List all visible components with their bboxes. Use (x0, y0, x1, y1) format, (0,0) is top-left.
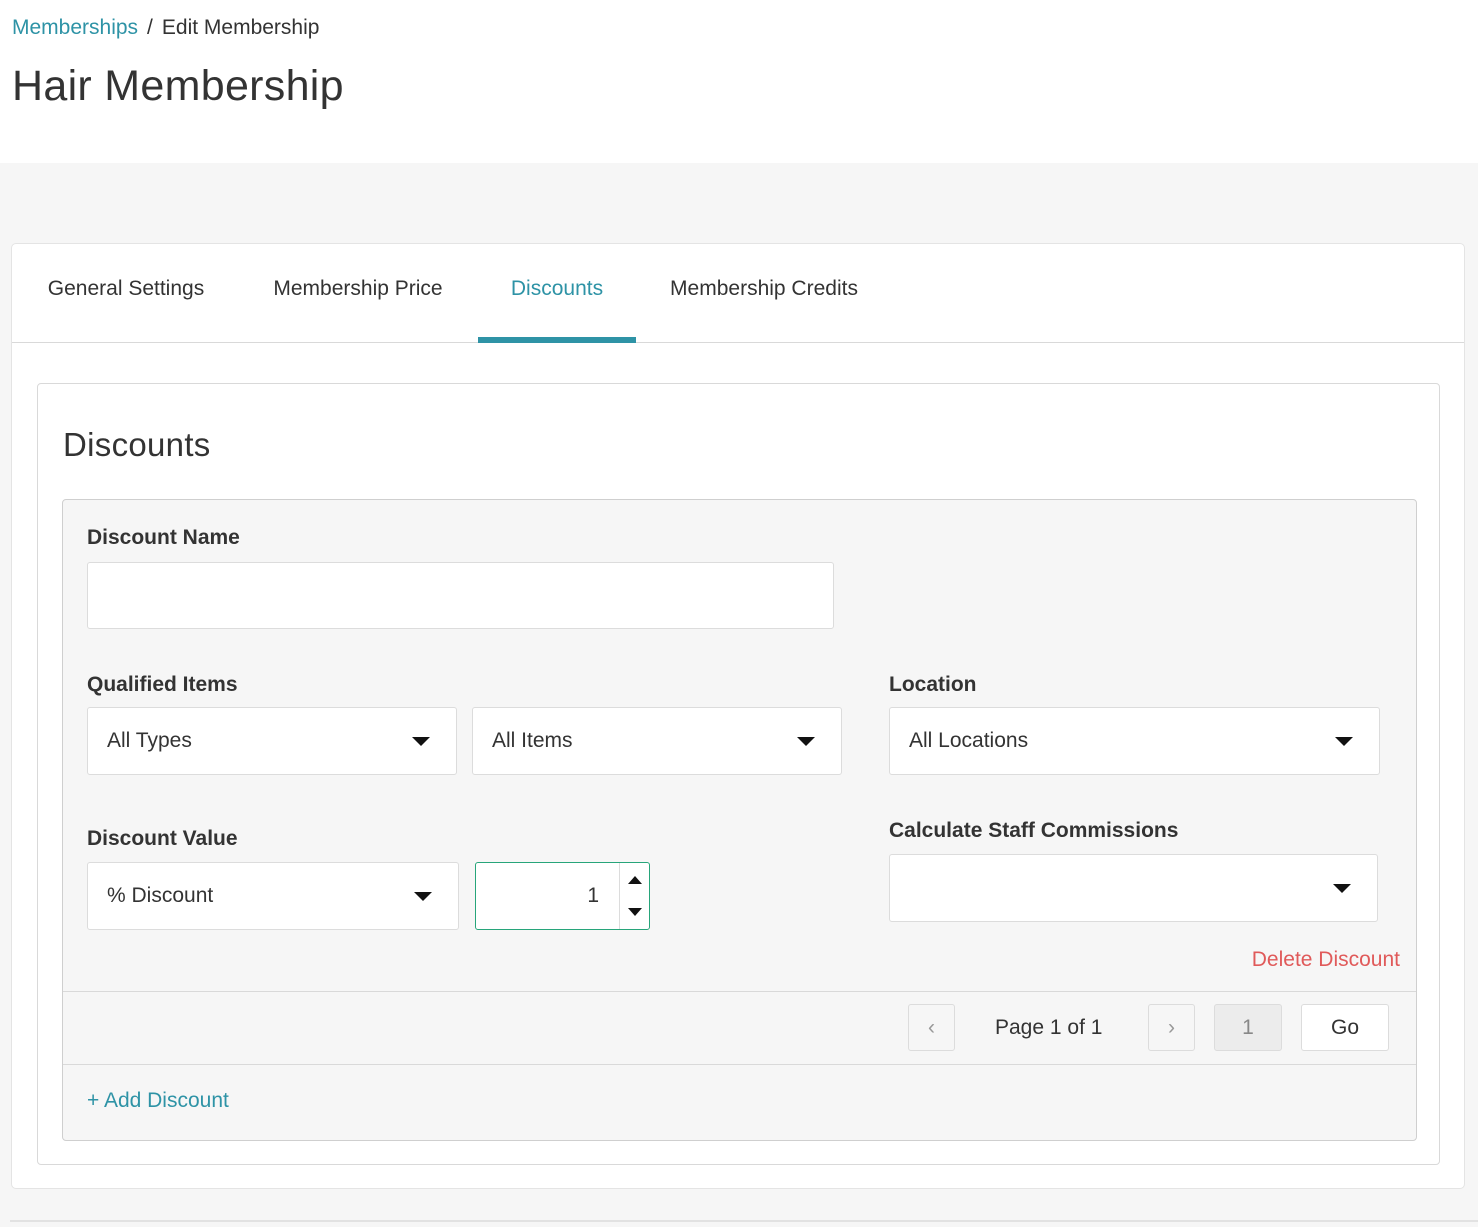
items-select-value: All Items (492, 729, 573, 752)
discount-name-input[interactable] (87, 562, 834, 629)
delete-discount-link[interactable]: Delete Discount (1252, 948, 1400, 972)
tab-general-settings[interactable]: General Settings (12, 244, 240, 343)
discount-amount-value: 1 (587, 884, 599, 907)
discount-value-label: Discount Value (87, 827, 238, 850)
breadcrumb-separator: / (147, 16, 153, 39)
page-indicator: Page 1 of 1 (995, 1015, 1103, 1039)
breadcrumb-memberships-link[interactable]: Memberships (12, 16, 138, 40)
caret-down-icon (1333, 884, 1351, 893)
discount-entry: Discount Name Qualified Items All Types … (62, 499, 1417, 1141)
tab-membership-credits[interactable]: Membership Credits (638, 244, 890, 343)
discount-type-select-value: % Discount (107, 884, 214, 907)
location-select[interactable]: All Locations (889, 707, 1380, 775)
go-button[interactable]: Go (1301, 1004, 1389, 1051)
next-page-button[interactable]: › (1148, 1004, 1195, 1051)
staff-commissions-label: Calculate Staff Commissions (889, 819, 1179, 842)
page-header: Memberships / Edit Membership Hair Membe… (0, 0, 1478, 163)
increment-arrow-icon[interactable] (628, 876, 642, 884)
caret-down-icon (412, 737, 430, 746)
breadcrumb-current: Edit Membership (161, 16, 320, 39)
caret-down-icon (1335, 737, 1353, 746)
location-label: Location (889, 673, 977, 696)
location-select-value: All Locations (909, 729, 1029, 752)
page-number-input[interactable]: 1 (1214, 1004, 1282, 1051)
discounts-section: Discounts Discount Name Qualified Items … (37, 383, 1440, 1165)
chevron-right-icon: › (1168, 1015, 1175, 1039)
add-discount-link[interactable]: + Add Discount (87, 1089, 229, 1113)
discount-name-label: Discount Name (87, 526, 240, 549)
tab-membership-price[interactable]: Membership Price (240, 244, 476, 343)
breadcrumb: Memberships / Edit Membership (12, 16, 319, 40)
items-select[interactable]: All Items (472, 707, 842, 775)
page-divider (10, 1220, 1478, 1222)
caret-down-icon (414, 892, 432, 901)
item-type-select-value: All Types (107, 729, 192, 752)
pagination-bar: ‹ Page 1 of 1 › 1 Go (63, 991, 1416, 1065)
item-type-select[interactable]: All Types (87, 707, 457, 775)
tab-discounts[interactable]: Discounts (478, 244, 636, 343)
discount-type-select[interactable]: % Discount (87, 862, 459, 930)
section-title: Discounts (63, 426, 211, 463)
staff-commissions-select[interactable] (889, 854, 1378, 922)
page-title: Hair Membership (12, 62, 344, 110)
discount-amount-stepper[interactable]: 1 (475, 862, 650, 930)
chevron-left-icon: ‹ (928, 1015, 935, 1039)
prev-page-button[interactable]: ‹ (908, 1004, 955, 1051)
qualified-items-label: Qualified Items (87, 673, 238, 696)
decrement-arrow-icon[interactable] (628, 908, 642, 916)
tab-bar: General Settings Membership Price Discou… (12, 244, 1464, 343)
membership-card: General Settings Membership Price Discou… (11, 243, 1465, 1189)
stepper-controls (619, 863, 649, 929)
caret-down-icon (797, 737, 815, 746)
